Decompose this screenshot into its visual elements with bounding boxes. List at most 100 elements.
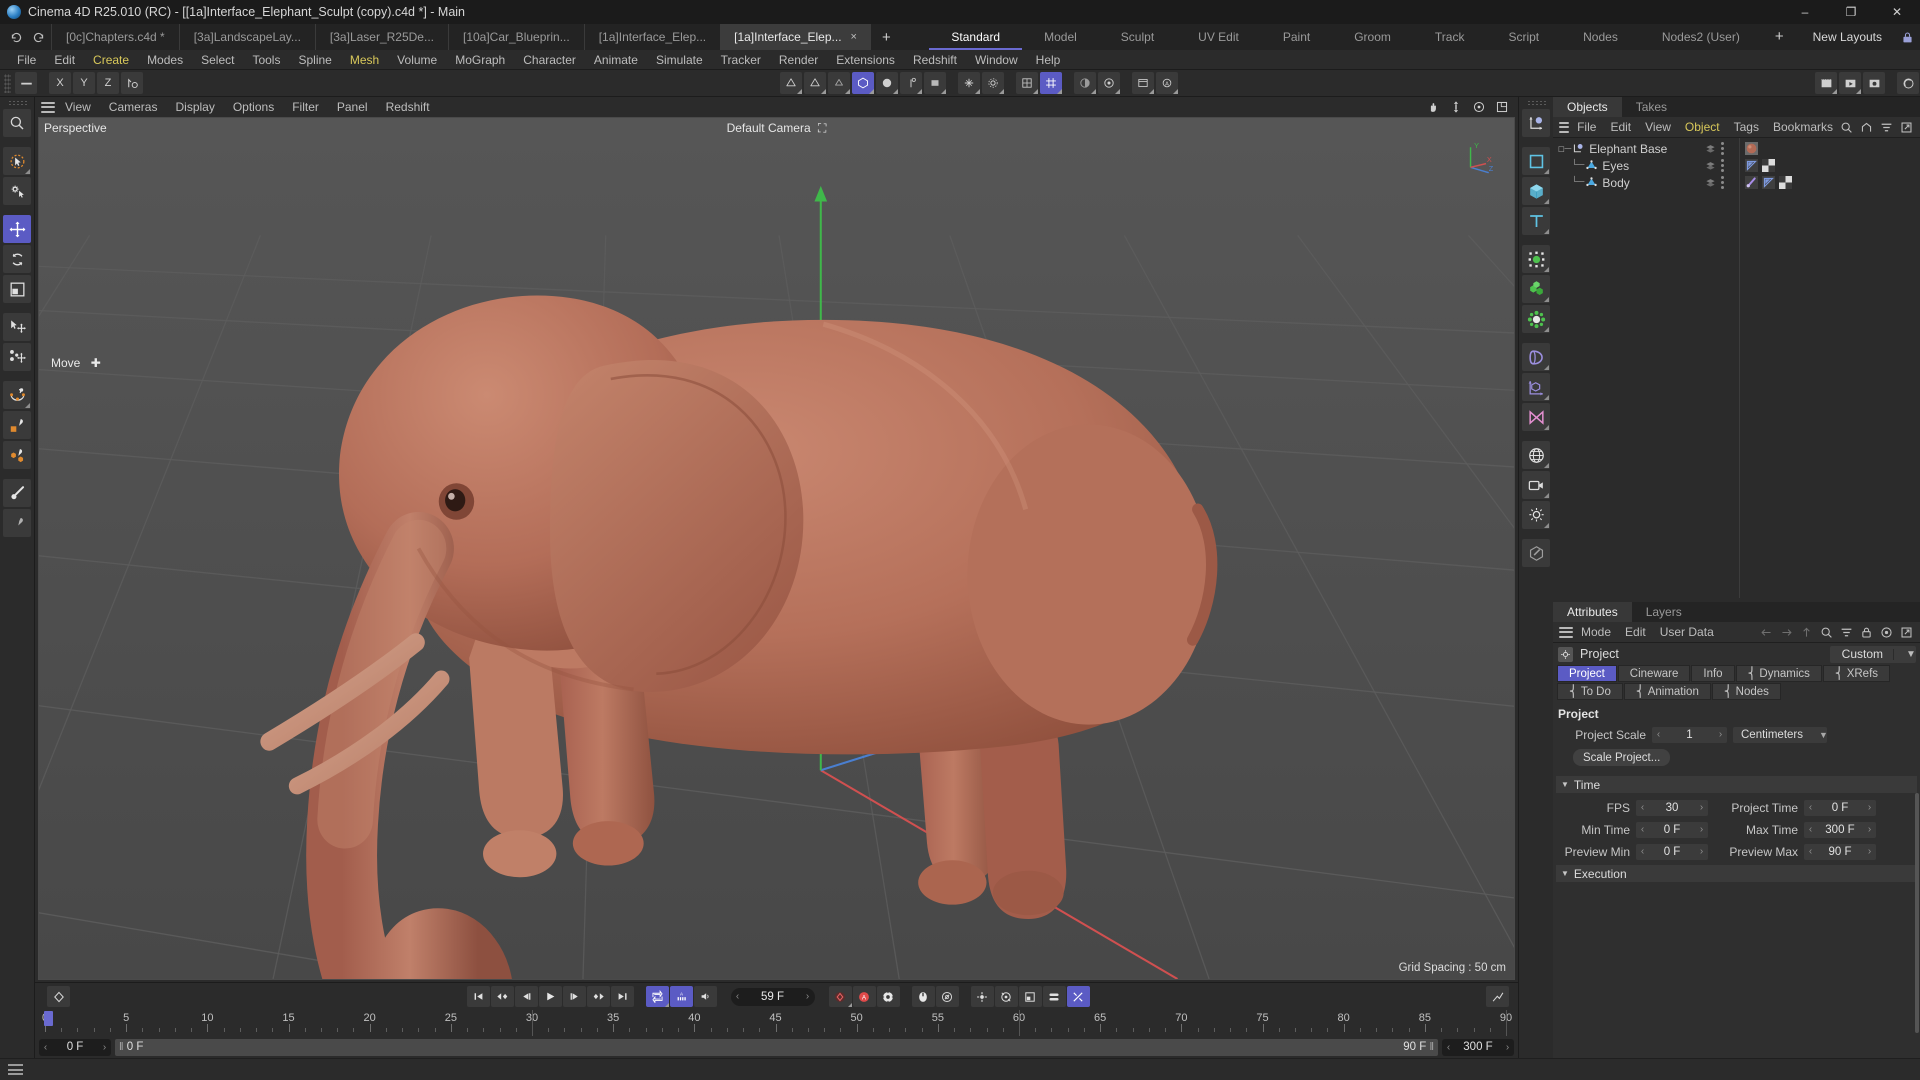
orbit-icon[interactable] [1472, 100, 1486, 114]
lock-layout-icon[interactable] [1894, 24, 1920, 50]
decrement-arrow[interactable]: ‹ [1652, 729, 1665, 740]
parametric-object-button[interactable] [1522, 177, 1550, 205]
attr-tab-nodes[interactable]: ⎨ Nodes [1711, 683, 1781, 700]
loop-icon[interactable] [645, 986, 669, 1007]
chevron-down-icon[interactable]: ▼ [1893, 648, 1916, 660]
close-icon[interactable]: × [851, 31, 857, 43]
menu-create[interactable]: Create [84, 50, 138, 70]
attribute-menu-icon[interactable] [1558, 626, 1574, 639]
object-visibility-dots[interactable] [1705, 176, 1724, 189]
minimize-button[interactable]: – [1782, 0, 1828, 24]
deformer-button[interactable] [1522, 343, 1550, 371]
menu-simulate[interactable]: Simulate [647, 50, 712, 70]
workplane-icon[interactable] [1016, 72, 1038, 94]
open-external-icon[interactable] [1900, 626, 1913, 639]
up-arrow-icon[interactable] [1800, 626, 1813, 639]
polygon-pen-tool[interactable] [3, 411, 31, 439]
scene-object-button[interactable] [1522, 373, 1550, 401]
decrement-arrow[interactable]: ‹ [1636, 824, 1649, 835]
increment-arrow[interactable]: › [1863, 802, 1876, 813]
spline-primitive-button[interactable] [1522, 147, 1550, 175]
current-frame-field[interactable]: ‹ 59 F › [730, 987, 815, 1006]
execution-group-header[interactable]: ▼ Execution [1556, 865, 1917, 882]
new-layouts-label[interactable]: New Layouts [1797, 24, 1894, 50]
forward-arrow-icon[interactable] [1780, 626, 1793, 639]
increment-arrow[interactable]: › [1714, 729, 1727, 740]
param-lock-button[interactable] [1042, 986, 1066, 1007]
play-button[interactable] [538, 986, 562, 1007]
undo-icon[interactable] [10, 31, 23, 44]
om-menu-tags[interactable]: Tags [1727, 120, 1766, 134]
range-left-grip[interactable]: ‖ [119, 1041, 124, 1053]
menu-window[interactable]: Window [966, 50, 1027, 70]
document-tab-0[interactable]: [0c]Chapters.c4d * [51, 24, 179, 50]
pan-icon[interactable] [1426, 100, 1440, 114]
rotate-tool[interactable] [3, 245, 31, 273]
object-visibility-dots[interactable] [1705, 142, 1724, 155]
layout-tab-paint[interactable]: Paint [1261, 24, 1332, 50]
position-key-button[interactable] [911, 986, 935, 1007]
tab-attributes[interactable]: Attributes [1553, 602, 1632, 622]
menu-redshift[interactable]: Redshift [904, 50, 966, 70]
render-settings-icon[interactable] [1863, 72, 1885, 94]
record-active-objects-button[interactable] [828, 986, 852, 1007]
menu-tools[interactable]: Tools [243, 50, 289, 70]
autokeying-button[interactable]: A [852, 986, 876, 1007]
field-button[interactable] [1522, 403, 1550, 431]
render-view-icon[interactable] [1074, 72, 1096, 94]
visibility-dots-icon[interactable] [1721, 159, 1724, 172]
null-object-icon[interactable] [780, 72, 802, 94]
object-tree[interactable]: ◻─ Elephant Base └─ Eyes └─ Body [1553, 138, 1920, 598]
attr-tab-todo[interactable]: ⎨ To Do [1557, 683, 1623, 700]
text-object-button[interactable] [1522, 207, 1550, 235]
decrement-arrow[interactable]: ‹ [1804, 802, 1817, 813]
menu-character[interactable]: Character [514, 50, 585, 70]
layer-icon[interactable] [1705, 160, 1716, 171]
om-menu-edit[interactable]: Edit [1603, 120, 1638, 134]
start-next-arrow[interactable]: › [98, 1042, 111, 1053]
scale-tool[interactable] [3, 275, 31, 303]
object-tags[interactable] [1745, 142, 1758, 155]
open-external-icon[interactable] [1900, 121, 1913, 134]
menu-animate[interactable]: Animate [585, 50, 647, 70]
visibility-dots-icon[interactable] [1721, 176, 1724, 189]
increment-arrow[interactable]: › [1863, 824, 1876, 835]
snap-settings-icon[interactable] [982, 72, 1004, 94]
end-next-arrow[interactable]: › [1501, 1042, 1514, 1053]
rotation-lock-button[interactable] [994, 986, 1018, 1007]
sculpt-tag[interactable] [1745, 176, 1758, 189]
pla-button[interactable] [1066, 986, 1090, 1007]
attr-tab-project[interactable]: Project [1557, 665, 1617, 682]
magnet-snap-icon[interactable] [958, 72, 980, 94]
live-selection-tool[interactable] [3, 109, 31, 137]
lock-icon[interactable] [1860, 626, 1873, 639]
material-button[interactable] [1522, 539, 1550, 567]
project-scale-unit-dropdown[interactable]: Centimeters ▼ [1733, 726, 1828, 743]
axis-z-button[interactable]: Z [97, 72, 119, 94]
uv-tag[interactable] [1762, 159, 1775, 172]
camera-button[interactable] [1522, 471, 1550, 499]
previous-frame-button[interactable] [514, 986, 538, 1007]
menu-render[interactable]: Render [770, 50, 827, 70]
light-button[interactable] [1522, 501, 1550, 529]
viewport-menu-options[interactable]: Options [224, 97, 283, 117]
scene-nodes-icon[interactable] [924, 72, 946, 94]
viewport-menu-panel[interactable]: Panel [328, 97, 377, 117]
tab-objects[interactable]: Objects [1553, 97, 1622, 117]
menu-help[interactable]: Help [1027, 50, 1070, 70]
om-menu-bookmarks[interactable]: Bookmarks [1766, 120, 1840, 134]
menu-volume[interactable]: Volume [388, 50, 446, 70]
timeline-playhead[interactable] [44, 1011, 53, 1026]
object-row-eyes[interactable]: └─ Eyes [1553, 157, 1920, 174]
left-palette-grip[interactable] [7, 100, 27, 106]
maximize-view-icon[interactable] [1495, 100, 1509, 114]
decrement-arrow[interactable]: ‹ [1636, 802, 1649, 813]
timeline-start-field[interactable]: ‹ 0 F › [39, 1038, 111, 1056]
document-tab-3[interactable]: [10a]Car_Blueprin... [447, 24, 584, 50]
selection-tools-group[interactable] [3, 147, 31, 175]
viewport-menu-display[interactable]: Display [166, 97, 223, 117]
chevron-down-icon[interactable]: ▼ [1561, 780, 1569, 789]
workplane-tools[interactable] [3, 177, 31, 205]
layout-tab-standard[interactable]: Standard [929, 24, 1022, 50]
position-lock-button[interactable] [970, 986, 994, 1007]
